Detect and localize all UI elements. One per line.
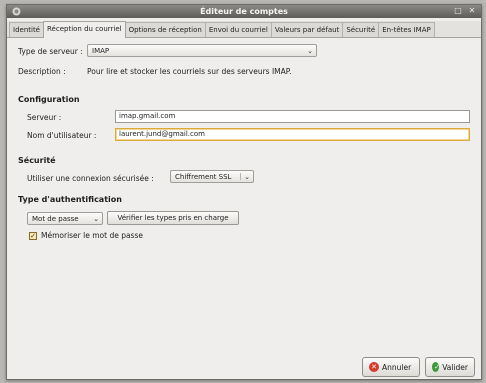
- tab-strip: Identité Réception du courriel Options d…: [7, 21, 481, 38]
- maximize-icon[interactable]: □: [453, 6, 463, 16]
- configuration-heading: Configuration: [18, 95, 80, 104]
- tab-securite[interactable]: Sécurité: [342, 22, 380, 37]
- cancel-button[interactable]: ✕ Annuler: [362, 357, 420, 377]
- ok-label: Valider: [442, 362, 468, 372]
- remember-password-checkbox[interactable]: ✓: [29, 232, 37, 240]
- combo-separator: [240, 173, 241, 180]
- ok-icon: ✓: [432, 362, 440, 372]
- server-type-value: IMAP: [92, 47, 110, 55]
- check-auth-types-button[interactable]: Vérifier les types pris en charge: [107, 211, 239, 225]
- tab-reception-courriel[interactable]: Réception du courriel: [43, 21, 126, 38]
- tab-en-tetes-imap[interactable]: En-têtes IMAP: [378, 22, 435, 37]
- description-label: Description :: [18, 67, 66, 76]
- ok-button[interactable]: ✓ Valider: [425, 357, 475, 377]
- username-label: Nom d'utilisateur :: [27, 131, 97, 140]
- chevron-down-icon: ⌄: [307, 47, 313, 55]
- security-heading: Sécurité: [18, 156, 56, 165]
- username-field[interactable]: laurent.jund@gmail.com: [115, 128, 470, 141]
- tab-envoi-courriel[interactable]: Envoi du courriel: [204, 22, 272, 37]
- secure-connection-value: Chiffrement SSL: [175, 173, 232, 181]
- cancel-icon: ✕: [369, 362, 379, 372]
- secure-connection-select[interactable]: Chiffrement SSL ⌄: [170, 170, 254, 183]
- secure-connection-label: Utiliser une connexion sécurisée :: [27, 174, 154, 183]
- auth-method-value: Mot de passe: [32, 215, 79, 223]
- server-label: Serveur :: [27, 113, 62, 122]
- server-field[interactable]: imap.gmail.com: [115, 110, 470, 123]
- app-icon: [12, 7, 21, 16]
- tab-identite[interactable]: Identité: [9, 22, 44, 37]
- auth-method-select[interactable]: Mot de passe ⌄: [27, 212, 103, 225]
- tab-valeurs-defaut[interactable]: Valeurs par défaut: [270, 22, 344, 37]
- chevron-down-icon: ⌄: [244, 173, 250, 181]
- title-bar[interactable]: Éditeur de comptes □ ✕: [7, 5, 481, 18]
- description-text: Pour lire et stocker les courriels sur d…: [87, 67, 292, 76]
- account-editor-window: Éditeur de comptes □ ✕ Identité Réceptio…: [6, 4, 482, 380]
- chevron-down-icon: ⌄: [93, 215, 99, 223]
- cancel-label: Annuler: [382, 362, 412, 372]
- tab-options-reception[interactable]: Options de réception: [124, 22, 206, 37]
- auth-heading: Type d'authentification: [18, 195, 122, 204]
- close-icon[interactable]: ✕: [467, 6, 477, 16]
- remember-password-label: Mémoriser le mot de passe: [41, 231, 143, 240]
- window-title: Éditeur de comptes: [200, 7, 288, 16]
- server-type-label: Type de serveur :: [18, 47, 83, 56]
- server-type-select[interactable]: IMAP ⌄: [87, 44, 317, 57]
